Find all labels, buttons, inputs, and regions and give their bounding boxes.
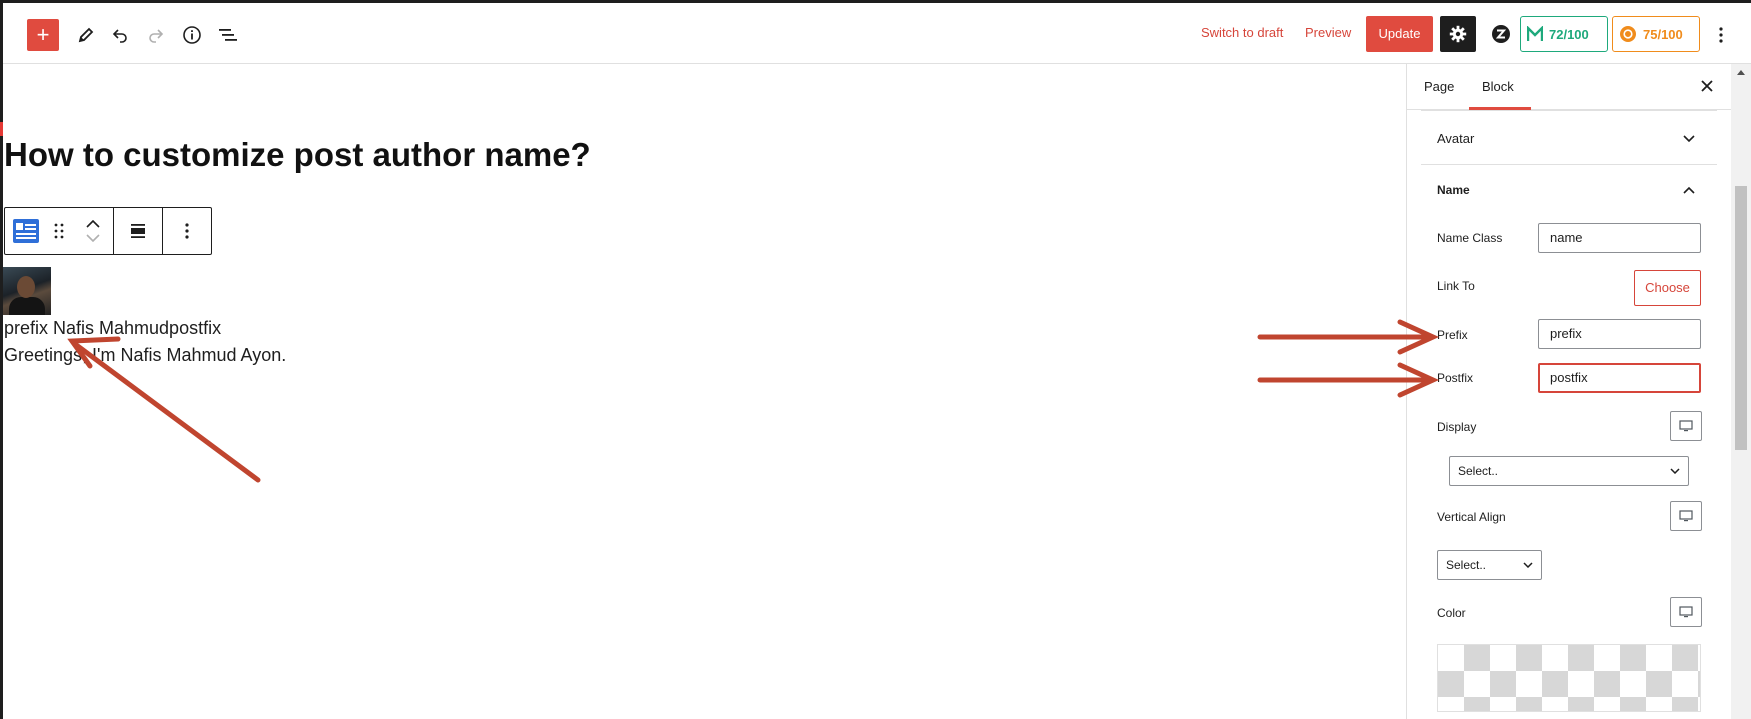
settings-button[interactable]: [1440, 16, 1476, 52]
prefix-label: Prefix: [1437, 328, 1468, 342]
vertical-align-select[interactable]: Select..: [1437, 550, 1542, 580]
postfix-label: Postfix: [1437, 371, 1474, 385]
options-menu-icon[interactable]: [1711, 23, 1731, 47]
vertical-align-label: Vertical Align: [1437, 510, 1506, 524]
desktop-icon: [1679, 510, 1693, 522]
tab-block[interactable]: Block: [1482, 79, 1514, 94]
seo-m-icon: [1527, 26, 1543, 41]
panel-name-title: Name: [1437, 183, 1470, 197]
chevron-down-icon: [1670, 468, 1680, 474]
settings-sidebar: Page Block Avatar Name Name Class name L…: [1406, 64, 1731, 719]
seo-score-value-2: 75/100: [1643, 26, 1683, 42]
sidebar-tabs: Page Block: [1407, 64, 1731, 110]
chevron-down-icon: [1523, 562, 1533, 568]
prefix-input[interactable]: prefix: [1538, 319, 1701, 349]
seo-score-value-1: 72/100: [1549, 26, 1589, 42]
desktop-icon: [1679, 420, 1693, 432]
gear-icon: [1449, 25, 1467, 43]
block-indicator: [0, 122, 3, 136]
align-button[interactable]: [114, 208, 162, 254]
update-button[interactable]: Update: [1366, 16, 1433, 52]
undo-icon[interactable]: [106, 21, 134, 49]
panel-avatar-title: Avatar: [1437, 131, 1475, 146]
post-title[interactable]: How to customize post author name?: [4, 136, 591, 174]
name-class-input[interactable]: name: [1538, 223, 1701, 253]
chevron-down-icon: [1683, 135, 1695, 143]
editor-toolbar: + Switch to draft Preview Update 72/100 …: [3, 3, 1751, 64]
redo-icon[interactable]: [142, 21, 170, 49]
scrollbar-thumb[interactable]: [1735, 186, 1747, 450]
color-label: Color: [1437, 606, 1466, 620]
align-center-icon: [131, 224, 145, 238]
panel-divider: [1421, 110, 1717, 111]
responsive-device-button[interactable]: [1670, 597, 1702, 627]
drag-handle-icon[interactable]: [49, 208, 69, 254]
tab-page[interactable]: Page: [1424, 79, 1454, 94]
edit-pencil-icon[interactable]: [72, 21, 100, 49]
panel-name-toggle[interactable]: Name: [1421, 183, 1717, 203]
display-select-value: Select..: [1458, 464, 1499, 478]
postfix-input[interactable]: postfix: [1538, 363, 1701, 393]
block-options-icon[interactable]: [163, 208, 211, 254]
seo-sun-icon: [1620, 26, 1636, 42]
display-select[interactable]: Select..: [1449, 456, 1689, 486]
chevron-up-icon: [1683, 186, 1695, 194]
display-label: Display: [1437, 420, 1477, 434]
move-up-down-control[interactable]: [77, 208, 109, 254]
plugin-z-icon: [1492, 25, 1510, 43]
scroll-up-arrow-icon[interactable]: [1737, 70, 1745, 75]
switch-to-draft-button[interactable]: Switch to draft: [1201, 25, 1283, 40]
panel-avatar-toggle[interactable]: Avatar: [1421, 131, 1717, 151]
window-frame-left: [0, 0, 3, 719]
seo-score-badge-1[interactable]: 72/100: [1520, 16, 1608, 52]
add-block-button[interactable]: +: [27, 19, 59, 51]
block-type-author-icon[interactable]: [11, 208, 41, 254]
desktop-icon: [1679, 606, 1693, 618]
plugin-z-button[interactable]: [1483, 16, 1519, 52]
preview-button[interactable]: Preview: [1305, 25, 1351, 40]
color-picker-swatch[interactable]: [1437, 644, 1701, 712]
sidebar-scrollbar[interactable]: [1731, 64, 1751, 719]
panel-divider: [1421, 164, 1717, 165]
responsive-device-button[interactable]: [1670, 501, 1702, 531]
list-view-icon[interactable]: [214, 21, 242, 49]
chevron-down-icon[interactable]: [86, 234, 100, 242]
choose-link-button[interactable]: Choose: [1634, 270, 1701, 306]
info-icon[interactable]: [178, 21, 206, 49]
close-icon[interactable]: [1697, 76, 1717, 96]
vertical-align-select-value: Select..: [1446, 558, 1487, 572]
name-class-label: Name Class: [1437, 231, 1503, 245]
link-to-label: Link To: [1437, 279, 1475, 293]
seo-score-badge-2[interactable]: 75/100: [1612, 16, 1700, 52]
chevron-up-icon[interactable]: [86, 220, 100, 228]
author-avatar: [3, 267, 51, 315]
block-toolbar: [4, 207, 212, 255]
responsive-device-button[interactable]: [1670, 411, 1702, 441]
author-name-text[interactable]: prefix Nafis Mahmudpostfix: [4, 318, 221, 339]
author-bio-text[interactable]: Greetings, I'm Nafis Mahmud Ayon.: [4, 345, 286, 366]
